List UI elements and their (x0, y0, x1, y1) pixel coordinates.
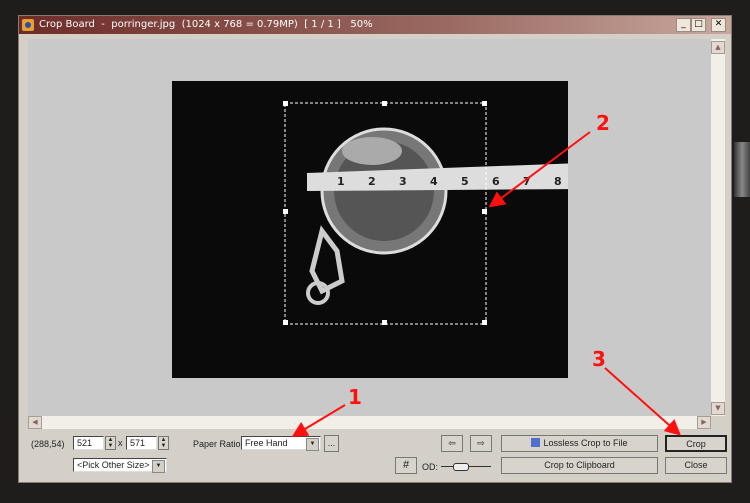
annotation-1: 1 (348, 385, 362, 409)
arrow-3 (604, 367, 681, 436)
annotation-overlay: 1 2 3 (291, 111, 681, 438)
annotation-3: 3 (592, 347, 606, 371)
annotation-2: 2 (596, 111, 610, 135)
arrow-1 (291, 404, 346, 438)
arrow-2 (488, 131, 591, 208)
